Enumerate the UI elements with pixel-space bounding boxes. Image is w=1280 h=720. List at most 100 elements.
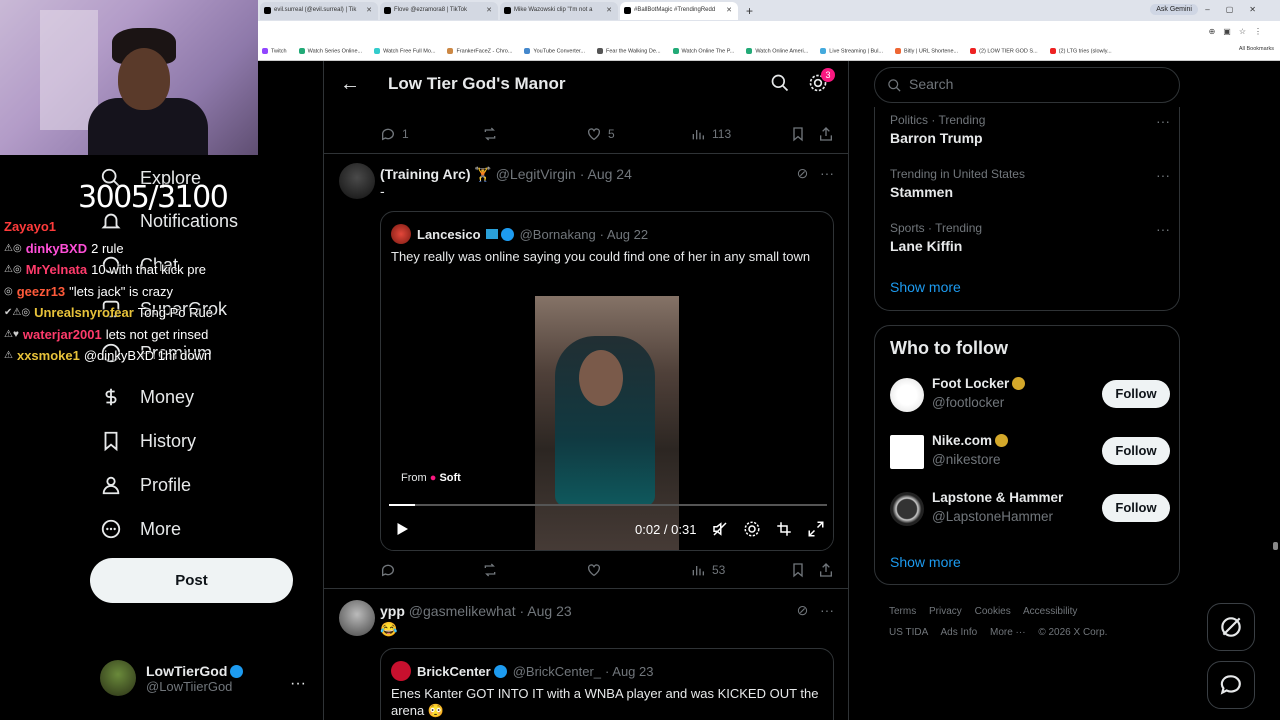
sidebar-item-profile[interactable]: Profile — [100, 474, 191, 496]
reply-button[interactable] — [380, 562, 402, 578]
close-tab-icon[interactable]: ✕ — [726, 6, 732, 14]
search-field[interactable] — [874, 67, 1180, 103]
bookmark-item[interactable]: Watch Free Full Mo... — [374, 48, 435, 55]
views-button[interactable]: 53 — [690, 562, 725, 578]
like-button[interactable] — [586, 562, 608, 578]
footer-link[interactable]: Cookies — [975, 606, 1011, 617]
bookmark-item[interactable]: (2) LOW TIER GOD S... — [970, 48, 1038, 55]
more-options-icon[interactable]: ··· — [1156, 113, 1170, 129]
footer-link[interactable]: Privacy — [929, 606, 962, 617]
video-player[interactable]: From ● Soft 0:02 / 0:31 — [381, 296, 833, 550]
search-input[interactable] — [909, 76, 1159, 92]
trend-item[interactable]: Politics · Trending Barron Trump ··· — [890, 113, 1170, 146]
bookmark-item[interactable]: Twitch — [262, 48, 287, 55]
footer-link[interactable]: US TIDA — [889, 627, 928, 638]
close-tab-icon[interactable]: ✕ — [486, 6, 492, 14]
bookmark-item[interactable]: Fear the Walking De... — [597, 48, 661, 55]
browser-tab-active[interactable]: #BallBotMagic #TrendingRedd ✕ — [620, 2, 738, 20]
follow-suggestion[interactable]: Foot Locker @footlocker Follow — [890, 376, 1170, 416]
sidebar-item-history[interactable]: History — [100, 430, 196, 452]
all-bookmarks-link[interactable]: All Bookmarks — [1239, 46, 1274, 52]
sidebar-item-more[interactable]: More — [100, 518, 181, 540]
author-name[interactable]: ypp — [380, 603, 405, 619]
window-controls[interactable]: –▢✕ — [1205, 5, 1272, 14]
back-arrow-icon[interactable]: ← — [340, 73, 360, 96]
trend-category: Sports · Trending — [890, 221, 983, 235]
show-more-trends-link[interactable]: Show more — [890, 279, 961, 295]
page-scrollbar[interactable] — [1273, 66, 1278, 720]
views-button[interactable]: 113 — [690, 126, 731, 142]
sidebar-item-money[interactable]: Money — [100, 386, 194, 408]
browser-tab[interactable]: Flove @ezramora8 | TikTok ✕ — [380, 2, 498, 20]
video-progress-bar[interactable] — [389, 504, 827, 506]
more-options-icon[interactable]: ··· — [1156, 167, 1170, 183]
follow-button[interactable]: Follow — [1102, 437, 1170, 465]
post-date[interactable]: · Aug 23 — [519, 603, 571, 619]
bookmark-item[interactable]: Bitly | URL Shortene... — [895, 48, 958, 55]
account-more-icon[interactable]: ··· — [290, 675, 306, 693]
video-source[interactable]: From ● Soft — [401, 472, 461, 484]
quoted-post[interactable]: BrickCenter @BrickCenter_ · Aug 23 Enes … — [380, 648, 834, 720]
more-options-icon[interactable]: ··· — [1156, 221, 1170, 237]
pip-icon[interactable] — [775, 520, 793, 538]
sidebar-item-label: History — [140, 430, 197, 451]
footer-link[interactable]: Accessibility — [1023, 606, 1077, 617]
bookmark-item[interactable]: Watch Online Ameri... — [746, 48, 808, 55]
bookmark-item[interactable]: Watch Series Online... — [298, 48, 362, 55]
follow-suggestion[interactable]: Nike.com @nikestore Follow — [890, 433, 1170, 473]
mute-icon[interactable] — [711, 520, 729, 538]
trend-item[interactable]: Trending in United States Stammen ··· — [890, 167, 1170, 200]
address-bar[interactable]: ⊕▣☆⋮ — [258, 21, 1280, 43]
bookmark-button[interactable] — [790, 126, 812, 142]
grok-icon[interactable]: ⊘ — [797, 165, 809, 181]
play-icon[interactable] — [393, 520, 411, 538]
share-button[interactable] — [818, 126, 840, 142]
browser-tab[interactable]: Mike Wazowski clip "I'm not a ✕ — [500, 2, 618, 20]
bookmark-item[interactable]: FrankerFaceZ - Chro... — [447, 48, 512, 55]
fullscreen-icon[interactable] — [807, 520, 825, 538]
search-icon[interactable] — [770, 73, 790, 93]
share-button[interactable] — [818, 562, 840, 578]
sidebar-item-label: Money — [140, 386, 195, 407]
bookmark-button[interactable] — [790, 562, 812, 578]
more-options-icon[interactable]: ··· — [820, 602, 834, 618]
close-tab-icon[interactable]: ✕ — [606, 6, 612, 14]
follow-button[interactable]: Follow — [1102, 380, 1170, 408]
account-switcher[interactable]: LowTierGod @LowTiierGod — [100, 660, 244, 696]
post-date[interactable]: · Aug 24 — [580, 166, 632, 182]
toolbar-icons[interactable]: ⊕▣☆⋮ — [1209, 27, 1270, 36]
like-button[interactable]: 5 — [586, 126, 615, 142]
bookmark-item[interactable]: Live Streaming | Bul... — [820, 48, 883, 55]
author-handle[interactable]: @gasmelikewhat — [409, 603, 516, 619]
show-more-follows-link[interactable]: Show more — [890, 554, 961, 570]
reply-button[interactable]: 1 — [380, 126, 409, 142]
browser-tab[interactable]: evil.surreal (@evil.surreal) | Tik ✕ — [260, 2, 378, 20]
avatar[interactable] — [339, 600, 375, 636]
scrollbar-thumb[interactable] — [1273, 542, 1278, 550]
more-options-icon[interactable]: ··· — [820, 165, 834, 181]
retweet-button[interactable] — [482, 126, 504, 142]
quoted-post[interactable]: Lancesico @Bornakang · Aug 22 They reall… — [380, 211, 834, 551]
follow-suggestion[interactable]: Lapstone & Hammer @LapstoneHammer Follow — [890, 490, 1170, 530]
author-name[interactable]: (Training Arc) 🏋️ — [380, 166, 492, 182]
bookmark-item[interactable]: YouTube Converter... — [524, 48, 585, 55]
ask-gemini-button[interactable]: Ask Gemini — [1150, 4, 1198, 15]
grok-icon[interactable]: ⊘ — [797, 602, 809, 618]
new-tab-button[interactable]: + — [740, 2, 759, 20]
settings-icon[interactable] — [743, 520, 761, 538]
bookmark-item[interactable]: (2) LTG tries (slowly... — [1049, 48, 1112, 55]
footer-link[interactable]: Terms — [889, 606, 916, 617]
retweet-button[interactable] — [482, 562, 504, 578]
section-title: Who to follow — [890, 338, 1008, 358]
bookmark-item[interactable]: Watch Online The P... — [672, 48, 734, 55]
footer-link[interactable]: More ··· — [990, 627, 1026, 638]
post-button[interactable]: Post — [90, 558, 293, 603]
footer-link[interactable]: Ads Info — [941, 627, 978, 638]
avatar[interactable] — [339, 163, 375, 199]
follow-button[interactable]: Follow — [1102, 494, 1170, 522]
close-tab-icon[interactable]: ✕ — [366, 6, 372, 14]
author-handle[interactable]: @LegitVirgin — [496, 166, 576, 182]
trend-item[interactable]: Sports · Trending Lane Kiffin ··· — [890, 221, 1170, 254]
messages-fab-button[interactable] — [1207, 661, 1255, 709]
grok-fab-button[interactable] — [1207, 603, 1255, 651]
